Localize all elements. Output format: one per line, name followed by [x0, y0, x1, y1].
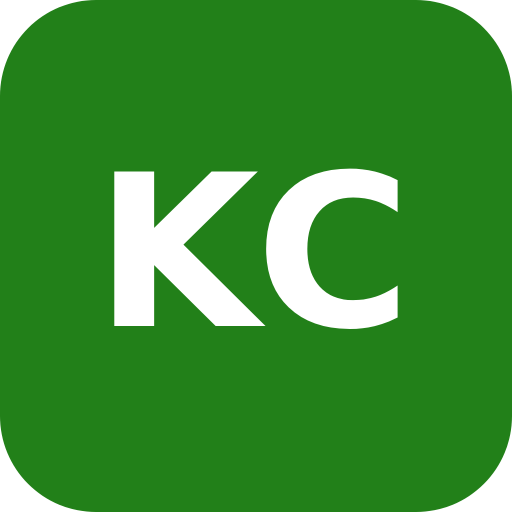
app-icon[interactable]: KC [0, 0, 512, 512]
app-icon-initials: KC [94, 129, 418, 376]
